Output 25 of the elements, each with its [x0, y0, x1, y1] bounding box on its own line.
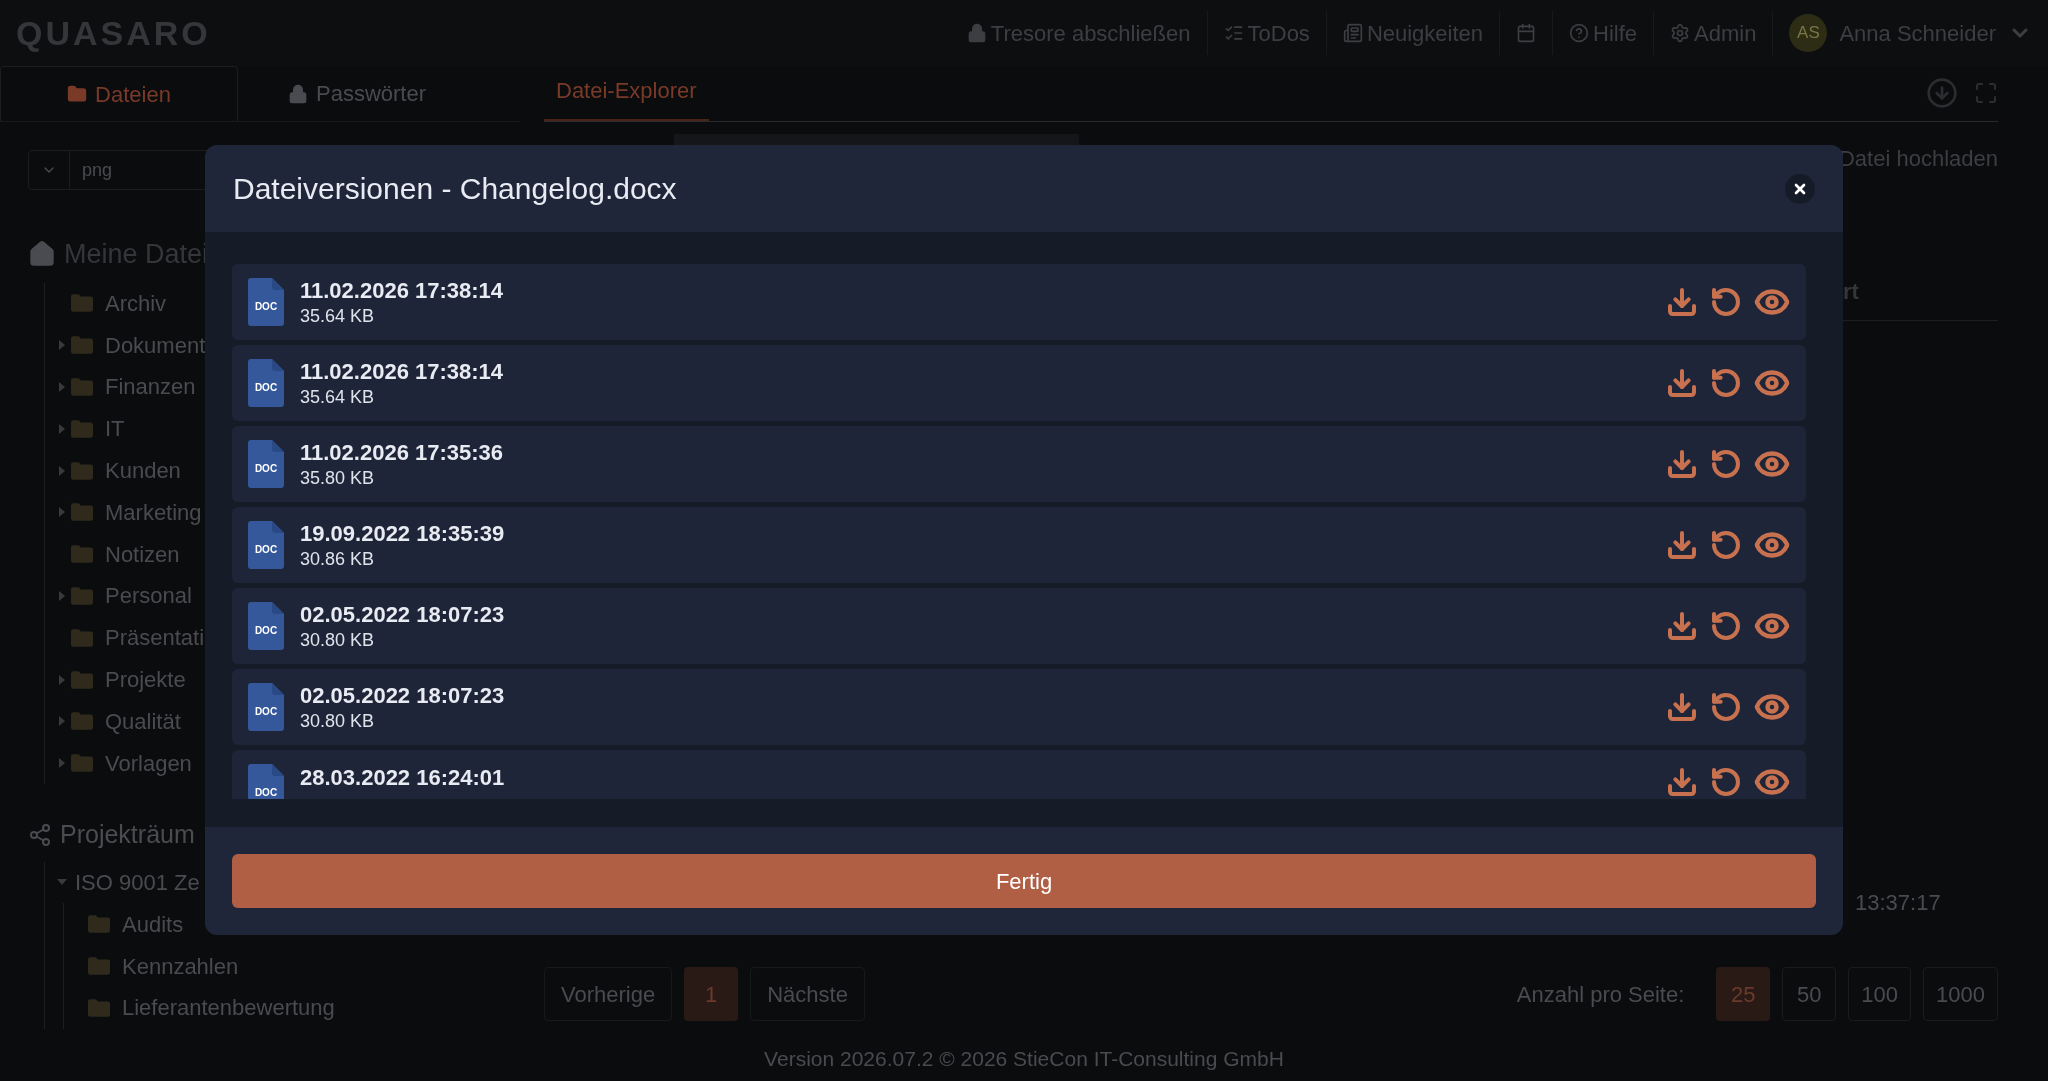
version-date: 02.05.2022 18:07:23 — [300, 682, 505, 710]
table-cell-text: 13:37:17 — [1855, 889, 1942, 917]
section-title: Projekträum — [60, 819, 195, 851]
version-size: 30.80 KB — [300, 628, 376, 651]
version-date: 11.02.2026 17:38:14 — [300, 277, 504, 305]
version-date: 02.05.2022 18:07:23 — [300, 601, 505, 629]
version-size: 35.64 KB — [300, 304, 376, 327]
version-date: 28.03.2022 16:24:01 — [300, 764, 505, 792]
avatar: AS — [1789, 14, 1828, 52]
doc-file-icon: DOC — [248, 359, 284, 407]
version-size: 35.80 KB — [300, 466, 376, 489]
version-size: 30.86 KB — [300, 547, 376, 570]
doc-file-icon: DOC — [248, 602, 284, 650]
version-size: 35.64 KB — [300, 385, 376, 408]
doc-file-icon: DOC — [248, 764, 284, 799]
version-size: 30.80 KB — [300, 709, 376, 732]
page-size-label: Anzahl pro Seite: — [1516, 980, 1685, 1009]
doc-file-icon: DOC — [248, 683, 284, 731]
version-date: 11.02.2026 17:35:36 — [300, 439, 504, 467]
doc-file-icon: DOC — [248, 278, 284, 326]
footer-text: Version 2026.07.2 © 2026 StieCon IT-Consulting GmbH — [764, 1046, 1284, 1073]
doc-file-icon: DOC — [248, 440, 284, 488]
version-date: 11.02.2026 17:38:14 — [300, 358, 504, 386]
version-date: 19.09.2022 18:35:39 — [300, 520, 505, 548]
doc-file-icon: DOC — [248, 521, 284, 569]
